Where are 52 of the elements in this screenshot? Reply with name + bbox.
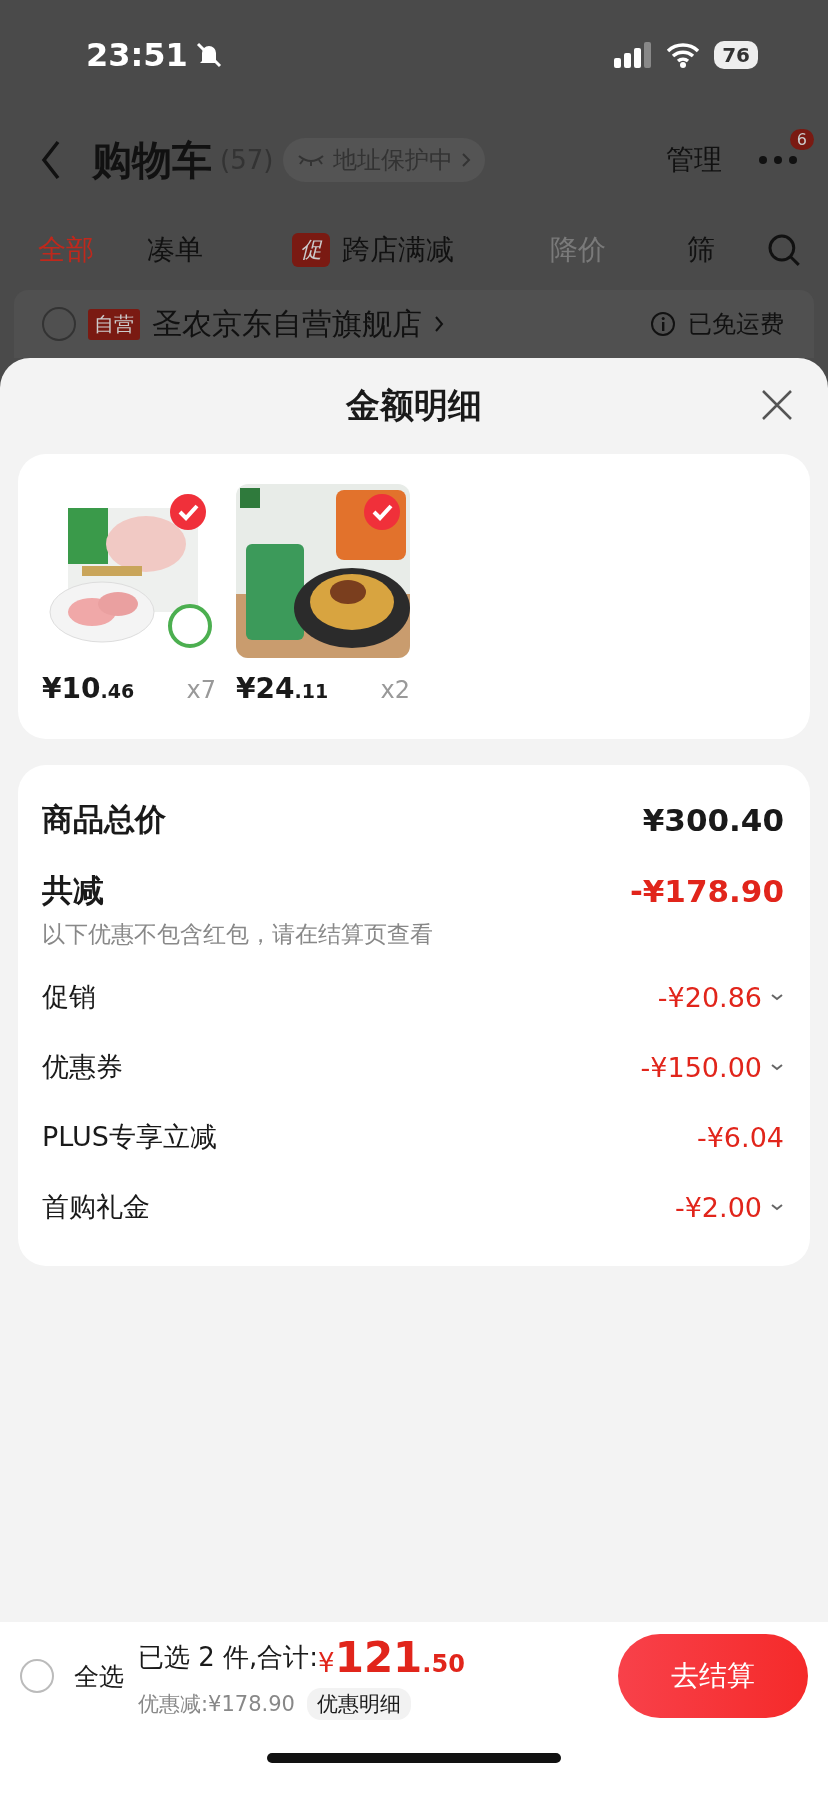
row-amount: -¥6.04 <box>696 1121 784 1153</box>
chevron-down-icon <box>770 992 784 1002</box>
row-label: 共减 <box>42 871 104 910</box>
selected-summary: 已选 2 件,合计: <box>138 1640 319 1674</box>
filter-tab[interactable]: 凑单 <box>147 231 292 269</box>
shipping-status: 已免运费 <box>688 309 784 340</box>
sheet-title: 金额明细 <box>346 384 482 427</box>
row-amount: ¥300.40 <box>642 802 784 838</box>
row-label: 首购礼金 <box>42 1190 150 1224</box>
row-amount: -¥178.90 <box>629 873 784 909</box>
row-label: PLUS专享立减 <box>42 1120 217 1154</box>
manage-button[interactable]: 管理 <box>666 141 722 179</box>
select-all-label: 全选 <box>74 1660 124 1693</box>
row-label: 促销 <box>42 980 96 1014</box>
checkout-button[interactable]: 去结算 <box>618 1634 808 1718</box>
discount-text: 优惠减:¥178.90 <box>138 1690 295 1718</box>
promo-badge: 促 <box>292 233 330 267</box>
product-price: ¥10.46 <box>42 672 135 705</box>
chevron-down-icon <box>770 1062 784 1072</box>
chevron-right-icon <box>461 152 472 168</box>
row-label: 优惠券 <box>42 1050 123 1084</box>
search-icon[interactable] <box>766 232 802 268</box>
more-icon[interactable] <box>758 155 798 165</box>
product-quantity: x2 <box>380 676 410 704</box>
wifi-icon <box>666 42 701 68</box>
chevron-down-icon <box>770 1202 784 1212</box>
store-checkbox[interactable] <box>42 307 76 341</box>
filter-tab[interactable]: 促 跨店满减 <box>292 231 550 269</box>
chevron-right-icon <box>434 315 444 333</box>
self-run-tag: 自营 <box>88 308 140 340</box>
info-icon <box>650 311 676 337</box>
close-icon[interactable] <box>760 388 794 422</box>
eye-closed-icon <box>297 153 326 167</box>
store-name[interactable]: 圣农京东自营旗舰店 <box>152 303 422 345</box>
discount-detail-chip[interactable]: 优惠明细 <box>306 1687 411 1720</box>
status-time: 23:51 <box>86 36 188 74</box>
filter-tab[interactable]: 筛 <box>686 231 767 269</box>
row-amount[interactable]: -¥150.00 <box>640 1051 762 1083</box>
row-amount[interactable]: -¥20.86 <box>657 981 762 1013</box>
product-price: ¥24.11 <box>236 672 329 705</box>
signal-icon <box>614 42 653 68</box>
note-text: 以下优惠不包含红包，请在结算页查看 <box>42 920 434 949</box>
product-quantity: x7 <box>186 676 216 704</box>
select-all-checkbox[interactable] <box>20 1659 54 1693</box>
notification-badge: 6 <box>789 129 814 150</box>
filter-tab[interactable]: 全部 <box>38 231 148 269</box>
row-label: 商品总价 <box>42 800 166 839</box>
row-amount[interactable]: -¥2.00 <box>674 1191 762 1223</box>
total-price: ¥121.50 <box>318 1632 465 1682</box>
page-title: 购物车 <box>92 135 212 185</box>
battery-level: 76 <box>714 41 758 69</box>
back-icon[interactable] <box>40 140 62 180</box>
